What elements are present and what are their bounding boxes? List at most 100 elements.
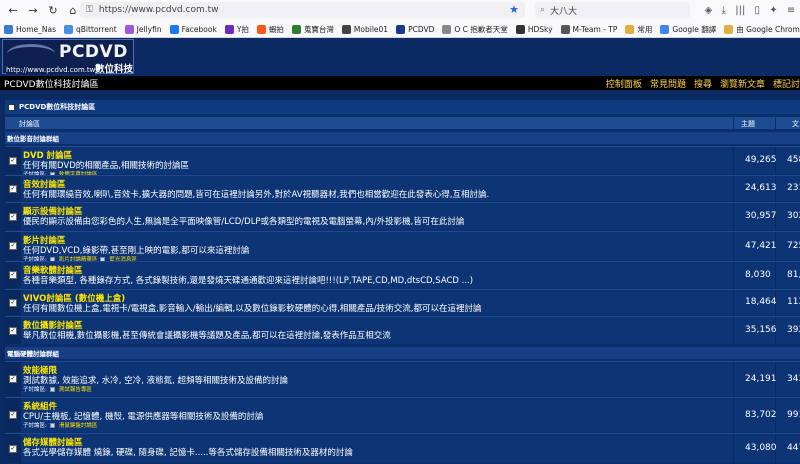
faq-link[interactable]: 常見問題	[650, 77, 686, 90]
subforum-link[interactable]: 測試報告專區	[59, 385, 92, 393]
subforum-label: 子討論區:	[23, 387, 47, 393]
bookmark-item[interactable]: PCDVD	[396, 24, 434, 34]
bookmark-label: 常用	[637, 24, 653, 34]
home-icon[interactable]: ⌂	[66, 3, 80, 17]
thread-count: 35,156	[745, 325, 777, 335]
mark-read-link[interactable]: 標記討	[773, 77, 800, 90]
bookmark-item[interactable]: Y拍	[224, 24, 249, 35]
group-header[interactable]: 數位影音討論群組	[5, 132, 800, 144]
control-panel-link[interactable]: 控制面板	[606, 77, 642, 90]
bookmark-item[interactable]: 蒐寶台灣	[291, 24, 334, 35]
thread-count: 30,957	[745, 211, 777, 221]
col-divider	[733, 176, 734, 201]
bookmark-favicon-icon	[169, 24, 179, 34]
forum-description: 各式光學儲存媒體 燒錄, 硬碟, 隨身碟, 記憶卡.....等各式儲存設備相關技…	[23, 448, 353, 458]
col-divider	[733, 317, 734, 344]
download-icon[interactable]: ⤓	[722, 5, 726, 16]
bookmark-item[interactable]: Home_Nas	[4, 24, 56, 34]
col-divider	[733, 362, 734, 396]
new-posts-link[interactable]: 瀏覽新文章	[720, 77, 765, 90]
bookmark-item[interactable]: Google 翻譯	[660, 24, 716, 35]
bookmark-item[interactable]: 常用	[625, 24, 652, 35]
thread-count: 24,613	[745, 183, 777, 193]
bookmark-label: Google 翻譯	[672, 24, 717, 34]
subforum-icon	[49, 386, 55, 392]
forum-status-cell: ✓	[5, 290, 21, 315]
site-logo[interactable]: PCDVD 數位科技 http://www.pcdvd.com.tw	[2, 39, 134, 75]
column-header: 討論區 主題 文	[5, 117, 800, 129]
post-count: 231,	[787, 183, 800, 193]
bookmark-favicon-icon	[396, 24, 406, 34]
bookmark-item[interactable]: Jellyfin	[124, 24, 162, 34]
page-info-icon[interactable]: ⚿	[86, 5, 93, 15]
col-divider	[775, 117, 776, 129]
bookmark-item[interactable]: Facebook	[169, 24, 217, 34]
back-icon[interactable]: ←	[6, 3, 20, 17]
reload-icon[interactable]: ↻	[46, 3, 60, 17]
col-divider	[733, 117, 734, 129]
bookmark-item[interactable]: qBittorrent	[64, 24, 117, 34]
bookmark-label: M-Team - TP	[572, 24, 618, 34]
col-posts-header: 文	[792, 120, 799, 128]
forward-icon[interactable]: →	[26, 3, 40, 17]
sidebar-icon[interactable]: ▯	[755, 5, 761, 16]
menu-icon[interactable]: ≡	[787, 5, 795, 16]
forum-status-icon: ✓	[9, 411, 17, 419]
subforum-link[interactable]: 滑鼠鍵盤討論區	[59, 421, 98, 429]
url-bar[interactable]: ⚿ https://www.pcdvd.com.tw ★	[80, 2, 525, 18]
bookmark-favicon-icon	[291, 24, 301, 34]
bookmark-favicon-icon	[515, 24, 525, 34]
bookmark-label: Y拍	[236, 24, 249, 34]
pocket-icon[interactable]: ◈	[705, 5, 713, 16]
bookmark-star-icon[interactable]: ★	[509, 3, 519, 16]
forum-description: 任何有關數位機上盒,電視卡/電視盒,影音輸入/輸出/編輯,以及數位錄影軟硬體的心…	[23, 304, 482, 314]
post-count: 991,	[787, 410, 800, 420]
category-title[interactable]: PCDVD數位科技討論區	[19, 102, 95, 112]
thread-count: 18,464	[745, 297, 777, 307]
extensions-icon[interactable]: ✦	[769, 5, 777, 16]
forum-row: ✓ 儲存媒體討論區 各式光學儲存媒體 燒錄, 硬碟, 隨身碟, 記憶卡.....等各…	[5, 433, 800, 463]
forum-status-icon: ✓	[9, 184, 17, 193]
browser-chrome: ← → ↻ ⌂ ⚿ https://www.pcdvd.com.tw ★ ⌕ 大…	[0, 0, 800, 38]
forum-status-icon: ✓	[9, 212, 17, 221]
bookmark-item[interactable]: O C 抱歉者天堂	[442, 24, 508, 35]
library-icon[interactable]: |||	[735, 5, 745, 16]
bookmark-item[interactable]: 由 Google Chrome	[724, 24, 800, 35]
thread-count: 47,421	[745, 241, 777, 251]
bookmark-favicon-icon	[625, 24, 635, 34]
top-links: 控制面板 常見問題 搜尋 瀏覽新文章 標記討	[598, 77, 800, 90]
search-bar[interactable]: ⌕ 大八大	[535, 2, 690, 18]
forum-status-cell: ✓	[5, 262, 21, 288]
col-divider	[733, 232, 734, 260]
search-link[interactable]: 搜尋	[694, 77, 712, 90]
group-header[interactable]: 電腦硬體討論群組	[5, 347, 800, 359]
forum-row: ✓ 影片討論區 任何DVD,VCD,綠影帶,甚至剛上映的電影,都可以來這裡討論 子討論…	[5, 231, 800, 263]
bookmark-item[interactable]: Mobile01	[341, 24, 388, 34]
bookmark-favicon-icon	[442, 24, 452, 34]
forum-description: 測試數據, 效能追求, 水冷, 空冷, 液態氮, 超頻等相關技術及設備的討論	[23, 376, 289, 386]
bookmark-item[interactable]: 蝦拍	[256, 24, 284, 35]
bookmark-item[interactable]: HDSky	[515, 24, 553, 34]
forum-status-cell: ✓	[5, 147, 21, 174]
bookmark-favicon-icon	[64, 24, 74, 34]
bookmark-favicon-icon	[124, 24, 134, 34]
forum-row: ✓ 顯示設備討論區 優民的顯示設備由您彩色的人生,無論是全平面映像管/LCD/DLP…	[5, 202, 800, 230]
forum-row: ✓ 效能極限 測試數據, 效能追求, 水冷, 空冷, 液態氮, 超頻等相關技術及設備…	[5, 361, 800, 396]
forum-status-cell: ✓	[5, 434, 21, 463]
subforum-icon	[49, 422, 55, 428]
forum-name-link[interactable]: PCDVD數位科技討論區	[4, 77, 99, 90]
post-count: 81,1	[787, 270, 800, 280]
bookmark-favicon-icon	[224, 24, 234, 34]
bookmark-favicon-icon	[724, 24, 734, 34]
bookmarks-toolbar: Home_Nas qBittorrent Jellyfin Facebook Y拍 蝦拍 蒐…	[0, 20, 800, 38]
bookmark-label: 蝦拍	[268, 24, 284, 34]
forum-status-cell: ✓	[5, 203, 21, 230]
forum-description: 優民的顯示設備由您彩色的人生,無論是全平面映像管/LCD/DLP或各類型的電視及…	[23, 217, 465, 227]
bookmark-item[interactable]: M-Team - TP	[560, 24, 618, 34]
thread-count: 49,265	[745, 155, 777, 165]
collapse-icon[interactable]	[8, 103, 15, 111]
bookmark-label: Facebook	[181, 24, 217, 34]
forum-description: 任何有關環繞音效,喇叭,音效卡,擴大器的問題,皆可在這裡討論另外,對於AV視聽器…	[23, 190, 490, 200]
forum-category: PCDVD數位科技討論區 討論區 主題 文 數位影音討論群組 ✓ DVD 討論區 任何…	[5, 100, 800, 464]
logo-swoosh	[7, 44, 55, 64]
